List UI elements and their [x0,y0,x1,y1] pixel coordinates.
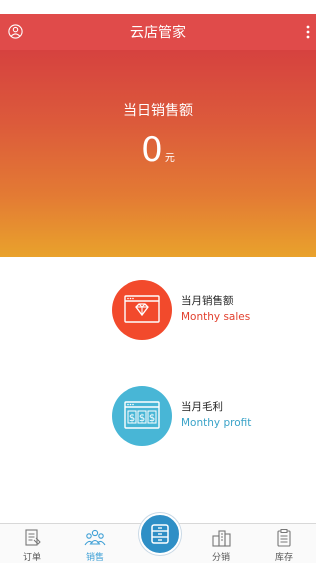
status-time: 9:45 AM [136,2,180,13]
dollar-web-icon: $ $ $ [112,386,172,446]
status-bar: Carrier 9:45 AM [0,0,316,14]
monthly-sales-tile[interactable]: 当月销售额 Monthy sales [112,280,312,344]
tab-inventory[interactable]: 库存 [259,524,309,563]
tab-orders[interactable]: 订单 [7,524,57,563]
daily-sales-panel: 当日销售额 0元 [0,50,316,257]
sales-people-icon [84,528,106,548]
daily-sales-number: 0 [141,130,163,170]
page-title: 云店管家 [130,25,186,41]
daily-sales-value: 0元 [0,130,316,170]
tab-inventory-label: 库存 [274,553,293,563]
tab-sales-label: 销售 [85,553,104,563]
monthly-sales-title: 当月销售额 [181,295,234,307]
monthly-profit-tile[interactable]: $ $ $ 当月毛利 Monthy profit [112,386,312,450]
inventory-icon [273,528,295,548]
nav-bar: 云店管家 [0,14,316,50]
monthly-profit-subtitle: Monthy profit [181,417,252,429]
svg-text:$: $ [139,413,145,424]
battery-icon [292,3,312,11]
tab-orders-label: 订单 [22,553,41,563]
monthly-sales-subtitle: Monthy sales [181,311,251,323]
distribution-icon [210,528,232,548]
tab-distribution-label: 分销 [211,553,230,563]
svg-text:$: $ [129,413,135,424]
daily-sales-label: 当日销售额 [123,103,193,119]
center-drawer-button[interactable] [139,513,181,555]
tab-distribution[interactable]: 分销 [196,524,246,563]
order-icon [21,528,43,548]
more-vertical-icon[interactable] [304,22,312,42]
monthly-profit-title: 当月毛利 [181,401,223,413]
daily-sales-unit: 元 [164,153,175,164]
svg-text:$: $ [149,413,155,424]
tab-sales[interactable]: 销售 [70,524,120,563]
diamond-web-icon [112,280,172,340]
